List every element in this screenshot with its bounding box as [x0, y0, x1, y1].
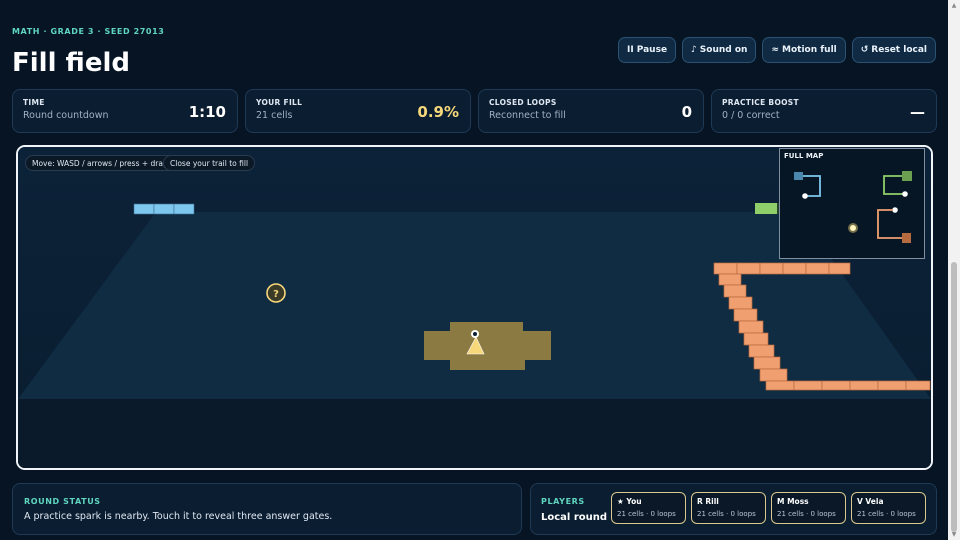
stat-sub: Reconnect to fill: [489, 110, 566, 121]
player-card-moss[interactable]: M Moss 21 cells · 0 loops: [771, 492, 846, 524]
motion-icon: ≈: [771, 45, 779, 55]
player-name: ★ You: [617, 497, 642, 506]
pause-label: Pause: [636, 45, 668, 55]
mini-map-canvas: [794, 171, 912, 243]
mini-map-vela: [877, 207, 911, 243]
floor-edge: [18, 399, 931, 468]
stat-value-fill: 0.9%: [417, 103, 459, 121]
pause-icon: II: [627, 45, 634, 55]
rill-trail: [133, 203, 195, 215]
control-bar: II Pause ♪ Sound on ≈ Motion full ↺ Rese…: [618, 37, 936, 63]
players-panel: PLAYERS Local round ★ You 21 cells · 0 l…: [530, 483, 937, 535]
player-name: V Vela: [857, 497, 884, 506]
stat-card-boost: PRACTICE BOOST 0 / 0 correct —: [711, 89, 937, 133]
stat-label: CLOSED LOOPS: [489, 98, 557, 107]
stat-value-boost: —: [910, 103, 925, 121]
page-title: Fill field: [12, 48, 130, 78]
page-scrollbar[interactable]: ▲ ▼: [948, 0, 960, 540]
stat-value-time: 1:10: [188, 103, 226, 121]
stat-label: PRACTICE BOOST: [722, 98, 799, 107]
stat-sub: 0 / 0 correct: [722, 110, 780, 121]
stat-card-time: TIME Round countdown 1:10: [12, 89, 238, 133]
players-title: PLAYERS: [541, 497, 585, 506]
round-status-panel: ROUND STATUS A practice spark is nearby.…: [12, 483, 522, 535]
player-name: R Rill: [697, 497, 719, 506]
motion-label: Motion full: [782, 45, 837, 55]
player-stats: 21 cells · 0 loops: [617, 510, 676, 518]
eyebrow-label: MATH · GRADE 3 · SEED 27013: [12, 27, 165, 36]
stat-card-loops: CLOSED LOOPS Reconnect to fill 0: [478, 89, 704, 133]
player-stats: 21 cells · 0 loops: [697, 510, 756, 518]
practice-spark[interactable]: ?: [266, 283, 286, 303]
scroll-down-icon[interactable]: ▼: [948, 531, 960, 538]
stat-card-fill: YOUR FILL 21 cells 0.9%: [245, 89, 471, 133]
sound-label: Sound on: [699, 45, 748, 55]
reset-button[interactable]: ↺ Reset local: [851, 37, 936, 63]
reset-icon: ↺: [860, 45, 869, 55]
mini-map-you: [850, 225, 856, 231]
player-card-you[interactable]: ★ You 21 cells · 0 loops: [611, 492, 686, 524]
game-arena[interactable]: ? Move: WASD / arrows / press + drag Clo…: [16, 145, 933, 470]
players-subtitle: Local round: [541, 512, 608, 523]
scroll-up-icon[interactable]: ▲: [948, 2, 960, 9]
player-name: M Moss: [777, 497, 809, 506]
mini-map-moss: [883, 171, 912, 197]
round-status-text: A practice spark is nearby. Touch it to …: [24, 511, 333, 522]
sound-button[interactable]: ♪ Sound on: [682, 37, 757, 63]
motion-button[interactable]: ≈ Motion full: [762, 37, 846, 63]
player-list: ★ You 21 cells · 0 loops R Rill 21 cells…: [611, 492, 926, 524]
stats-row: TIME Round countdown 1:10 YOUR FILL 21 c…: [12, 89, 937, 133]
hint-chip-controls: Move: WASD / arrows / press + drag: [25, 155, 175, 171]
player-stats: 21 cells · 0 loops: [857, 510, 916, 518]
player-card-vela[interactable]: V Vela 21 cells · 0 loops: [851, 492, 926, 524]
mini-map: FULL MAP: [779, 148, 925, 259]
hint-chip-goal: Close your trail to fill: [163, 155, 256, 171]
practice-spark-glyph: ?: [273, 289, 279, 300]
stat-value-loops: 0: [681, 103, 692, 121]
music-note-icon: ♪: [691, 45, 697, 55]
mini-map-rill: [794, 172, 821, 199]
player-card-rill[interactable]: R Rill 21 cells · 0 loops: [691, 492, 766, 524]
players-head: PLAYERS Local round: [541, 497, 607, 523]
player-stats: 21 cells · 0 loops: [777, 510, 836, 518]
scroll-thumb[interactable]: [951, 262, 957, 532]
pause-button[interactable]: II Pause: [618, 37, 677, 63]
round-status-title: ROUND STATUS: [24, 497, 101, 506]
reset-label: Reset local: [871, 45, 927, 55]
